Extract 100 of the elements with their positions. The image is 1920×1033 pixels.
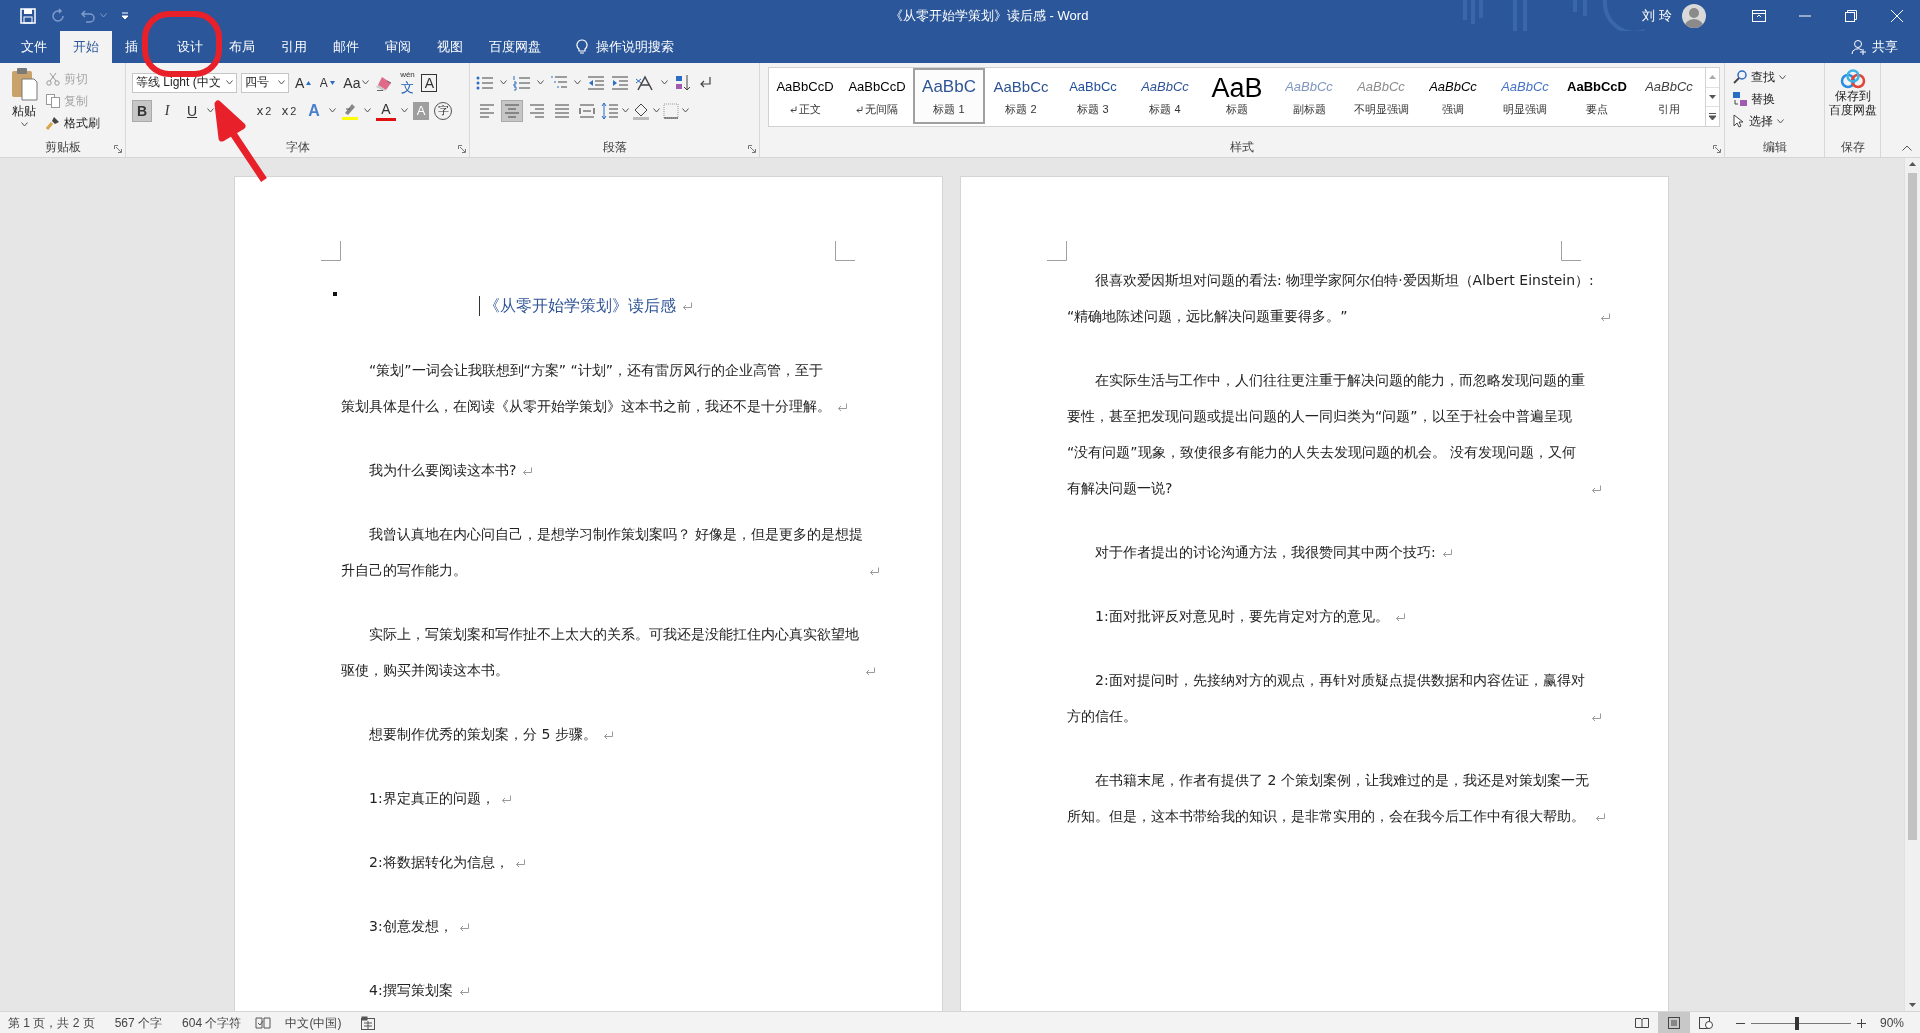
- style-item[interactable]: AaBbCcD 要点: [1561, 68, 1633, 124]
- minimize-icon[interactable]: [1799, 14, 1811, 17]
- caret-icon[interactable]: [329, 108, 336, 113]
- style-item[interactable]: AaBbCc 不明显强调: [1345, 68, 1417, 124]
- tell-me-search[interactable]: 操作说明搜索: [576, 31, 674, 63]
- zoom-slider-thumb[interactable]: [1794, 1016, 1799, 1030]
- style-item[interactable]: AaB 标题: [1201, 68, 1273, 124]
- line-spacing-icon[interactable]: [601, 101, 619, 120]
- word-count[interactable]: 567 个字: [114, 1014, 163, 1032]
- caret-icon[interactable]: [537, 80, 544, 85]
- caret-icon[interactable]: [226, 80, 233, 85]
- shading-icon[interactable]: [632, 101, 650, 120]
- change-case-button[interactable]: Aa: [341, 71, 372, 94]
- italic-button[interactable]: I: [157, 99, 177, 122]
- text-effects-button[interactable]: A: [304, 99, 324, 122]
- caret-icon[interactable]: [362, 80, 370, 85]
- character-count[interactable]: 604 个字符: [182, 1014, 242, 1032]
- style-item[interactable]: AaBbCc 标题 2: [985, 68, 1057, 124]
- caret-icon[interactable]: [574, 80, 581, 85]
- customize-icon[interactable]: [121, 11, 129, 20]
- ribbon-tab[interactable]: 设计: [164, 31, 216, 63]
- caret-icon[interactable]: [500, 80, 507, 85]
- show-marks-icon[interactable]: [698, 75, 712, 90]
- ribbon-tab[interactable]: 布局: [216, 31, 268, 63]
- zoom-level[interactable]: 90%: [1879, 1016, 1904, 1030]
- shrink-font-button[interactable]: A: [317, 71, 338, 94]
- close-icon[interactable]: [1891, 9, 1903, 22]
- caret-icon[interactable]: [1777, 118, 1784, 124]
- restore-icon[interactable]: [1845, 9, 1857, 22]
- redo-icon[interactable]: [50, 7, 66, 24]
- page-count[interactable]: 第 1 页，共 2 页: [8, 1014, 95, 1032]
- select-button[interactable]: 选择: [1733, 111, 1816, 131]
- multilevel-list-icon[interactable]: [550, 74, 568, 91]
- macro-icon[interactable]: [361, 1016, 376, 1030]
- dialog-launcher-icon[interactable]: [1713, 145, 1721, 153]
- sort-icon[interactable]: [674, 73, 692, 92]
- asian-layout-icon[interactable]: [635, 74, 655, 91]
- decrease-indent-icon[interactable]: [587, 74, 605, 91]
- caret-icon[interactable]: [622, 108, 629, 113]
- ribbon-tab[interactable]: 插: [112, 31, 164, 63]
- save-icon[interactable]: [20, 7, 36, 24]
- ribbon-tab[interactable]: 文件: [8, 31, 60, 63]
- collapse-ribbon-icon[interactable]: [1902, 145, 1912, 151]
- caret-icon[interactable]: [364, 108, 371, 113]
- replace-button[interactable]: 替换: [1733, 89, 1816, 109]
- font-size-field[interactable]: 四号: [241, 72, 289, 93]
- character-border-button[interactable]: A: [421, 73, 438, 92]
- language-status[interactable]: 中文(中国): [285, 1014, 342, 1032]
- numbering-icon[interactable]: [513, 74, 531, 91]
- find-button[interactable]: 查找: [1733, 67, 1816, 87]
- scroll-down-icon[interactable]: [1709, 95, 1716, 99]
- clipboard-tool-button[interactable]: 格式刷: [46, 113, 100, 133]
- zoom-in-icon[interactable]: [1856, 1018, 1866, 1028]
- highlighter-icon[interactable]: [341, 101, 359, 120]
- caret-icon[interactable]: [653, 108, 660, 113]
- style-item[interactable]: AaBbCcD 正文: [769, 68, 841, 124]
- eraser-icon[interactable]: [375, 74, 394, 91]
- dialog-launcher-icon[interactable]: [748, 145, 756, 153]
- ribbon-tab[interactable]: 百度网盘: [476, 31, 554, 63]
- font-color-button[interactable]: A: [376, 100, 396, 121]
- dialog-launcher-icon[interactable]: [458, 145, 466, 153]
- caret-icon[interactable]: [278, 80, 285, 85]
- save-to-cloud-button[interactable]: 保存到 百度网盘: [1825, 63, 1880, 137]
- user-name[interactable]: 刘 玲: [1642, 6, 1672, 25]
- more-icon[interactable]: [1709, 113, 1716, 121]
- ribbon-tab[interactable]: 开始: [60, 31, 112, 63]
- proofing-icon[interactable]: [255, 1016, 272, 1030]
- bullets-icon[interactable]: [476, 74, 494, 91]
- grow-font-button[interactable]: A: [293, 71, 314, 94]
- undo-icon[interactable]: [80, 8, 96, 23]
- phonetic-guide-button[interactable]: wén 文: [397, 71, 418, 94]
- style-item[interactable]: AaBbCc 引用: [1633, 68, 1705, 124]
- view-button[interactable]: [1657, 1012, 1690, 1033]
- scrollbar-thumb[interactable]: [1908, 173, 1917, 840]
- ribbon-tab[interactable]: 视图: [424, 31, 476, 63]
- style-item[interactable]: AaBbCc 副标题: [1273, 68, 1345, 124]
- caret-icon[interactable]: [661, 80, 668, 85]
- caret-icon[interactable]: [682, 108, 689, 113]
- increase-indent-icon[interactable]: [611, 74, 629, 91]
- caret-icon[interactable]: [1779, 74, 1786, 80]
- underline-button[interactable]: U: [182, 99, 202, 122]
- style-item[interactable]: AaBbCcD 无间隔: [841, 68, 913, 124]
- caret-icon[interactable]: [401, 108, 408, 113]
- ribbon-tab[interactable]: 引用: [268, 31, 320, 63]
- bold-button[interactable]: B: [132, 99, 152, 122]
- ribbon-display-icon[interactable]: [1752, 9, 1766, 22]
- caret-icon[interactable]: [207, 108, 214, 113]
- borders-icon[interactable]: [663, 102, 679, 119]
- caret-icon[interactable]: [20, 122, 28, 127]
- ribbon-tab[interactable]: 邮件: [320, 31, 372, 63]
- style-item[interactable]: AaBbCc 标题 4: [1129, 68, 1201, 124]
- avatar-icon[interactable]: [1682, 3, 1706, 28]
- style-item[interactable]: AaBbC 标题 1: [913, 68, 985, 124]
- paste-button[interactable]: 粘贴: [6, 67, 42, 137]
- dialog-launcher-icon[interactable]: [114, 145, 122, 153]
- style-item[interactable]: AaBbCc 标题 3: [1057, 68, 1129, 124]
- align-button[interactable]: [501, 99, 523, 122]
- ribbon-tab[interactable]: 审阅: [372, 31, 424, 63]
- share-button[interactable]: 共享: [1851, 31, 1898, 63]
- style-item[interactable]: AaBbCc 明显强调: [1489, 68, 1561, 124]
